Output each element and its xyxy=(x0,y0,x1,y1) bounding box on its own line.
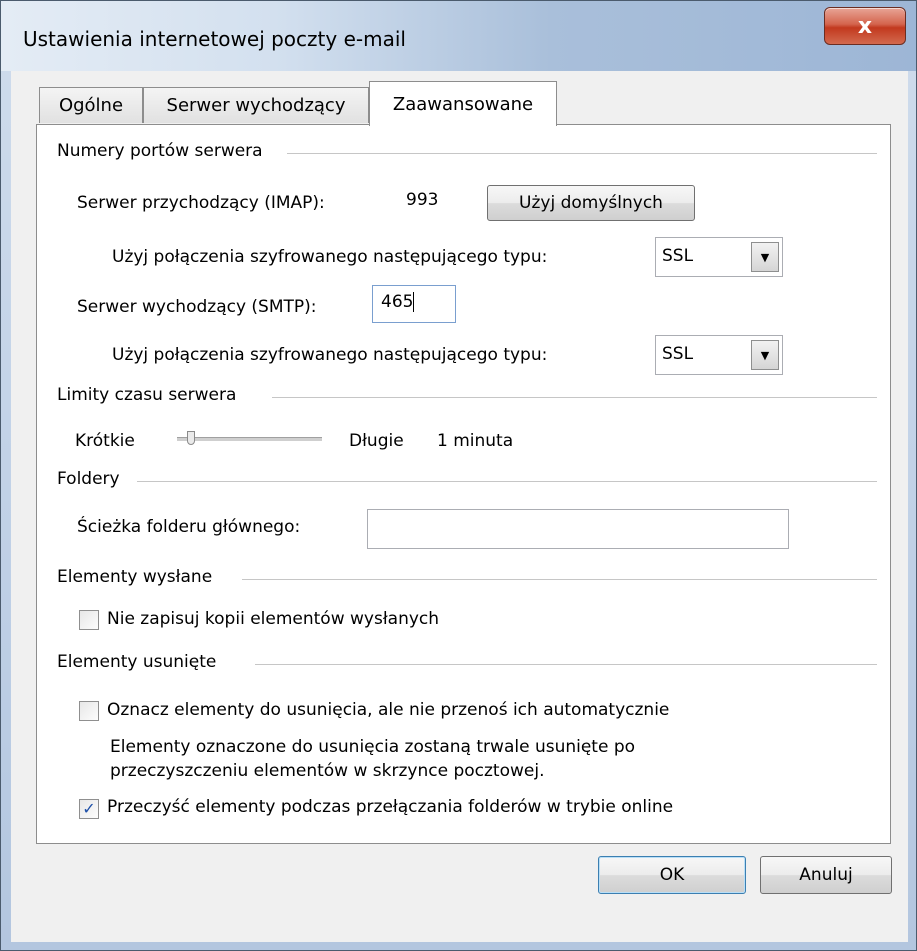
outgoing-port-field[interactable]: 465 xyxy=(372,285,456,323)
deleted-group-label: Elementy usunięte xyxy=(57,652,223,672)
mark-for-deletion-label[interactable]: Oznacz elementy do usunięcia, ale nie pr… xyxy=(107,700,669,720)
cancel-button[interactable]: Anuluj xyxy=(760,856,892,894)
slider-short-label: Krótkie xyxy=(75,431,135,451)
root-folder-path-input[interactable] xyxy=(367,509,789,549)
group-divider xyxy=(287,153,877,154)
timeout-slider-thumb[interactable] xyxy=(187,431,195,445)
dialog-window: Ustawienia internetowej poczty e-mail x … xyxy=(0,0,917,951)
encryption-label-outgoing: Użyj połączenia szyfrowanego następujące… xyxy=(112,345,548,365)
tab-advanced[interactable]: Zaawansowane xyxy=(369,81,557,126)
timeouts-group-label: Limity czasu serwera xyxy=(57,385,243,405)
encryption-select-outgoing-value: SSL xyxy=(662,344,694,364)
slider-long-label: Długie xyxy=(349,431,404,451)
chevron-down-icon: ▼ xyxy=(751,340,779,370)
chevron-down-icon: ▼ xyxy=(751,242,779,272)
dialog-client: Ogólne Serwer wychodzący Zaawansowane Nu… xyxy=(11,71,908,942)
use-defaults-button[interactable]: Użyj domyślnych xyxy=(487,185,695,221)
ok-button-label: OK xyxy=(659,865,685,885)
use-defaults-label: Użyj domyślnych xyxy=(519,193,663,213)
cancel-button-label: Anuluj xyxy=(799,865,853,885)
title-bar[interactable]: Ustawienia internetowej poczty e-mail x xyxy=(1,1,916,71)
root-folder-path-label: Ścieżka folderu głównego: xyxy=(77,517,301,537)
ports-group-label: Numery portów serwera xyxy=(57,141,269,161)
group-divider xyxy=(137,481,877,482)
close-button[interactable]: x xyxy=(824,7,906,45)
tab-general[interactable]: Ogólne xyxy=(39,87,143,123)
outgoing-port-value: 465 xyxy=(381,292,414,312)
encryption-select-incoming[interactable]: SSL ▼ xyxy=(655,237,783,277)
folders-group-label: Foldery xyxy=(57,469,126,489)
timeout-slider-track[interactable] xyxy=(177,437,322,441)
group-divider xyxy=(255,664,877,665)
no-sent-copy-label[interactable]: Nie zapisuj kopii elementów wysłanych xyxy=(107,609,439,629)
encryption-label-incoming: Użyj połączenia szyfrowanego następujące… xyxy=(112,247,548,267)
tab-advanced-label: Zaawansowane xyxy=(392,93,534,115)
no-sent-copy-checkbox[interactable] xyxy=(79,610,99,630)
timeout-value: 1 minuta xyxy=(437,431,514,451)
incoming-port-label: Serwer przychodzący (IMAP): xyxy=(77,193,325,213)
advanced-panel: Numery portów serwera Serwer przychodząc… xyxy=(36,124,891,844)
window-title: Ustawienia internetowej poczty e-mail xyxy=(23,27,406,51)
text-caret xyxy=(413,292,415,312)
deletion-info-line-2: przeczyszczeniu elementów w skrzynce poc… xyxy=(110,761,545,781)
purge-on-switch-label[interactable]: Przeczyść elementy podczas przełączania … xyxy=(107,797,673,817)
deletion-info-line-1: Elementy oznaczone do usunięcia zostaną … xyxy=(110,737,636,757)
outgoing-port-label: Serwer wychodzący (SMTP): xyxy=(77,297,317,317)
ok-button[interactable]: OK xyxy=(598,856,746,894)
group-divider xyxy=(272,397,877,398)
purge-on-switch-checkbox[interactable]: ✓ xyxy=(79,799,99,819)
encryption-select-outgoing[interactable]: SSL ▼ xyxy=(655,335,783,375)
tab-general-label: Ogólne xyxy=(58,95,124,116)
encryption-select-incoming-value: SSL xyxy=(662,246,694,266)
tab-outgoing-server[interactable]: Serwer wychodzący xyxy=(143,87,369,123)
mark-for-deletion-checkbox[interactable] xyxy=(79,701,99,721)
close-icon: x xyxy=(857,13,873,39)
tab-outgoing-server-label: Serwer wychodzący xyxy=(166,95,346,116)
incoming-port-value: 993 xyxy=(406,190,439,210)
group-divider xyxy=(242,579,877,580)
sent-group-label: Elementy wysłane xyxy=(57,567,219,587)
incoming-port-field[interactable]: 993 xyxy=(397,183,465,221)
